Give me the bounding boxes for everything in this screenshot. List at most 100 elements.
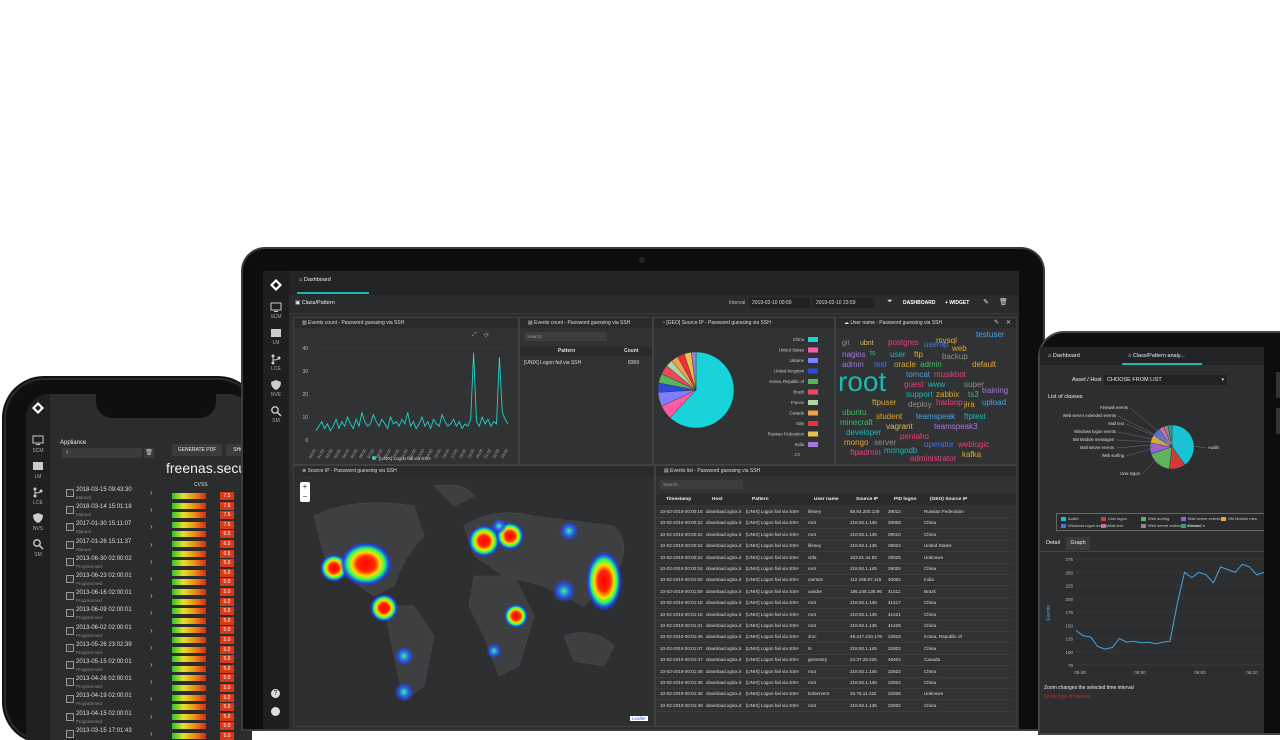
pie-label: Windows logon events xyxy=(1074,429,1116,434)
search-input[interactable]: Search xyxy=(524,332,607,341)
table-cell: China xyxy=(924,702,937,708)
table-row[interactable]: 10-02-2019 00:01:46 download.xglox.it [UNI… xyxy=(656,631,1014,644)
tab-dashboard[interactable]: ⌂ Dashboard xyxy=(1048,353,1080,359)
table-row[interactable]: 10-02-2019 00:01:47 download.xglox.it [UNI… xyxy=(656,654,1014,667)
table-cell: 10-02-2019 00:01:48 xyxy=(660,668,703,674)
legend-item: Firewall e xyxy=(1181,523,1205,529)
table-cell: [UNIX] Logon fail via SSH xyxy=(746,577,799,583)
user-icon[interactable] xyxy=(271,707,280,716)
cvss-row: 5.0 xyxy=(172,559,242,568)
column-header[interactable]: PID logon xyxy=(894,497,916,502)
table-row[interactable]: 10-02-2019 00:01:48 download.xglox.it [UNI… xyxy=(656,666,1014,678)
filter-icon[interactable]: ⏷ xyxy=(887,298,893,306)
edit-icon[interactable]: ✎ xyxy=(994,319,999,326)
laptop-device: SCM LM LCE NVE SM ? ⌂ Dashboard ▣ Class/… xyxy=(243,249,1043,729)
tab-dashboard[interactable]: ⌂ Dashboard xyxy=(299,277,331,283)
table-cell: download.xglox.it xyxy=(706,680,742,685)
events-time-chart[interactable]: 275 250 225 200 175 150 125 100 75 Events 05:40 05:… xyxy=(1040,553,1264,681)
table-cell: Unknown xyxy=(924,554,944,560)
table-cell: download.xglox.it xyxy=(706,588,742,594)
cvss-row: 6.5 xyxy=(172,549,242,558)
y-tick-label: 20 xyxy=(302,392,308,398)
tab-graph[interactable]: Graph xyxy=(1066,537,1090,550)
table-row[interactable]: 10-02-2019 00:01:48 download.xglox.it [UNI… xyxy=(656,688,1014,701)
interval-to-input[interactable]: 2019-02-10 23:59 xyxy=(813,298,874,308)
table-row[interactable]: 10-02-2019 00:01:00 download.xglox.it [UNI… xyxy=(656,574,1014,587)
shield-icon[interactable] xyxy=(270,379,282,391)
column-header[interactable]: (GEO) Source IP xyxy=(930,497,967,502)
table-row[interactable]: 10-02-2019 00:01:15 download.xglox.it [UNI… xyxy=(656,597,1014,610)
table-cell: 10-02-2019 00:01:48 xyxy=(660,691,703,697)
table-row[interactable]: 10-02-2019 00:00:22 download.xglox.it [UNI… xyxy=(656,529,1014,541)
help-icon[interactable]: ? xyxy=(271,689,280,698)
dashboard-button[interactable]: DASHBOARD xyxy=(903,300,936,306)
table-row[interactable]: 10-02-2019 00:01:48 download.xglox.it [UNI… xyxy=(656,677,1014,689)
panel-title-text: Source IP - Password guessing via SSH xyxy=(307,468,397,474)
table-cell: 218.92.1.145 xyxy=(850,680,877,685)
cvss-row: 5.0 xyxy=(172,626,242,635)
table-cell: 10-02-2019 00:01:15 xyxy=(660,611,703,617)
table-cell: root xyxy=(808,702,816,708)
table-row[interactable]: 10-02-2019 00:00:24 download.xglox.it [UNI… xyxy=(656,540,1014,553)
table-cell: [UNIX] Logon fail via SSH xyxy=(746,691,799,697)
show-logs-link[interactable]: Show logs of interval xyxy=(1044,694,1090,700)
legend-label: Unix logon xyxy=(1108,516,1127,521)
cvss-row: 7.5 xyxy=(172,501,242,510)
geo-source-pie-panel: ◔ [GEO] Source IP - Password guessing vi… xyxy=(653,317,835,465)
leaflet-attribution[interactable]: Leaflet xyxy=(630,716,648,721)
monitor-icon[interactable] xyxy=(270,301,282,313)
events-list-panel: ▤ Events list - Password guessing via SS… xyxy=(655,465,1017,727)
table-row[interactable]: 10-02-2019 00:00:24 download.xglox.it [UNI… xyxy=(656,552,1014,564)
table-row[interactable]: 10-02-2019 00:00:22 download.xglox.it [UNI… xyxy=(656,517,1014,530)
laptop-nav-rail: SCM LM LCE NVE SM ? xyxy=(263,271,289,729)
table-cell: download.xglox.it xyxy=(706,566,742,571)
column-header[interactable]: Timestamp xyxy=(666,497,691,502)
table-row[interactable]: 10-02-2019 00:01:15 download.xglox.it [UNI… xyxy=(656,609,1014,621)
table-row[interactable]: 10-02-2019 00:01:47 download.xglox.it [UNI… xyxy=(656,643,1014,655)
tab-class-pattern[interactable]: ⌂ Class/Pattern analy... xyxy=(1128,353,1185,359)
search-icon[interactable] xyxy=(270,405,282,417)
table-row[interactable]: 10-02-2019 00:00:16 download.xglox.it [UNI… xyxy=(656,506,1014,518)
table-cell: download.xglox.it xyxy=(706,611,742,617)
add-widget-button[interactable]: + WIDGET xyxy=(945,300,969,306)
rail-label-nve: NVE xyxy=(270,392,282,398)
tab-class-pattern-label: Class/Pattern analy... xyxy=(1132,353,1185,359)
table-row[interactable]: [UNIX] Logon fail via SSH 8369 xyxy=(520,358,652,368)
delete-icon[interactable]: 🗑 xyxy=(999,298,1008,306)
branch-icon[interactable] xyxy=(270,353,282,365)
legend-label: Korea, Republic of xyxy=(770,379,805,384)
tablet-tab-bar: ⌂ Dashboard ⌂ Class/Pattern analy... xyxy=(1040,347,1264,365)
y-tick-label: 125 xyxy=(1065,637,1073,642)
table-row[interactable]: 10-02-2019 00:01:49 download.xglox.it [UNI… xyxy=(656,700,1014,712)
legend-pager[interactable]: 1/2 xyxy=(794,452,800,457)
archive-icon[interactable] xyxy=(270,327,282,339)
edit-icon[interactable]: ✎ xyxy=(983,298,989,306)
zoom-out-button[interactable]: − xyxy=(300,492,310,502)
cvss-bar xyxy=(172,656,206,663)
table-cell: download.xglox.it xyxy=(706,531,742,537)
cvss-row: 5.0 xyxy=(172,703,242,712)
cvss-row: 6.5 xyxy=(172,530,242,539)
table-cell: download.xglox.it xyxy=(706,600,742,606)
pie-label: Unix logon xyxy=(1120,471,1140,476)
search-input[interactable]: Search xyxy=(660,480,743,489)
pie-label: AuditI xyxy=(1208,445,1219,450)
table-cell: 218.92.1.145 xyxy=(850,566,877,571)
tab-detail[interactable]: Detail xyxy=(1046,540,1060,546)
interval-from-input[interactable]: 2019-02-10 00:00 xyxy=(749,298,810,308)
heat-map[interactable] xyxy=(294,476,654,726)
table-cell: [UNIX] Logon fail via SSH xyxy=(746,509,799,514)
table-row[interactable]: 10-02-2019 00:00:24 download.xglox.it [UNI… xyxy=(656,563,1014,575)
table-row[interactable]: 10-02-2019 00:01:09 download.xglox.it [UNI… xyxy=(656,586,1014,598)
column-header[interactable]: Host xyxy=(712,497,723,502)
detail-graph-tabs: Detail Graph xyxy=(1040,537,1264,552)
cvss-score: 5.0 xyxy=(220,664,234,673)
asset-select[interactable]: CHOOSE FROM LIST ▾ xyxy=(1104,375,1227,385)
column-header[interactable]: Source IP xyxy=(856,497,878,502)
table-cell: 41417 xyxy=(888,600,901,606)
column-header[interactable]: User name xyxy=(814,497,839,502)
column-header[interactable]: Pattern xyxy=(752,497,769,502)
zoom-in-button[interactable]: + xyxy=(300,482,310,492)
close-icon[interactable]: ✕ xyxy=(1006,319,1011,326)
table-row[interactable]: 10-02-2019 00:01:21 download.xglox.it [UNI… xyxy=(656,620,1014,632)
